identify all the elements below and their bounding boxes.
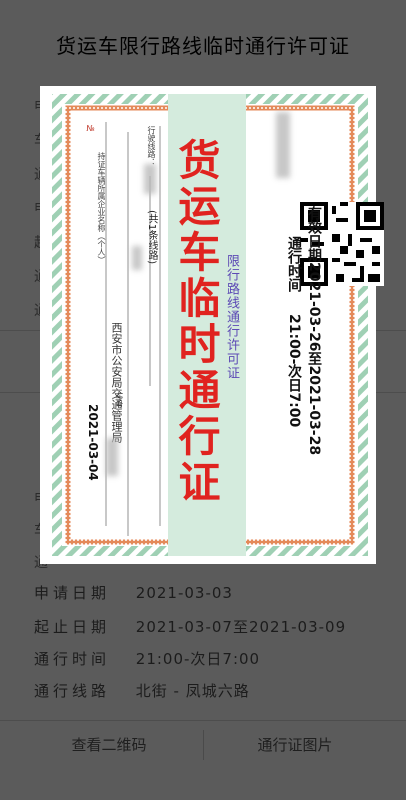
permit-authority: 西安市公安局交通管理局 [110, 322, 123, 443]
permit-route-count: (共1条线路) [146, 210, 157, 265]
detail-label: 申请日期 [34, 584, 111, 602]
bottom-action-bar: 查看二维码 通行证图片 [0, 722, 406, 768]
detail-row-time: 通行时间 21:00-次日7:00 [34, 648, 260, 669]
permit-time-value: 21:00-次日7:00 [286, 314, 302, 428]
permit-route-label: 行驶线路： [147, 126, 156, 166]
permit-validity: 有效日期2021-03-26至2021-03-28 [306, 206, 322, 456]
detail-value: 北街 - 凤城六路 [135, 682, 250, 700]
redacted-area [132, 246, 142, 270]
page-title: 货运车限行路线临时通行许可证 [56, 34, 350, 58]
permit-plate-label: 车号 [115, 392, 124, 408]
detail-value: 21:00-次日7:00 [135, 650, 261, 668]
redacted-area [106, 438, 118, 476]
permit-owner-label: 持证车辆所属企业名称（个人） [97, 152, 106, 264]
permit-image[interactable]: 货运车临时通行证 限行路线通行许可证 有效日期2021-03-26至2021-0… [40, 86, 384, 564]
detail-value: 2021-03-03 [135, 584, 233, 602]
permit-image-button[interactable]: 通行证图片 [200, 722, 390, 768]
detail-value: 2021-03-07至2021-03-09 [135, 618, 347, 636]
permit-no-label: № [86, 124, 95, 133]
detail-label: 通行线路 [34, 682, 111, 700]
view-qr-button[interactable]: 查看二维码 [14, 722, 204, 768]
redacted-area [144, 164, 156, 194]
detail-row-route: 通行线路 北街 - 凤城六路 [34, 680, 250, 701]
permit-title: 货运车临时通行证 [172, 138, 221, 506]
permit-time-label: 通行时间 [286, 236, 302, 292]
redacted-area [276, 112, 290, 178]
detail-label: 通行时间 [34, 650, 111, 668]
permit-subtitle: 限行路线通行许可证 [224, 254, 239, 380]
permit-issue-date: 2021-03-04 [86, 404, 100, 481]
detail-row-period: 起止日期 2021-03-07至2021-03-09 [34, 616, 346, 637]
detail-row-apply-date: 申请日期 2021-03-03 [34, 582, 233, 603]
detail-label: 起止日期 [34, 618, 111, 636]
divider [0, 720, 406, 721]
